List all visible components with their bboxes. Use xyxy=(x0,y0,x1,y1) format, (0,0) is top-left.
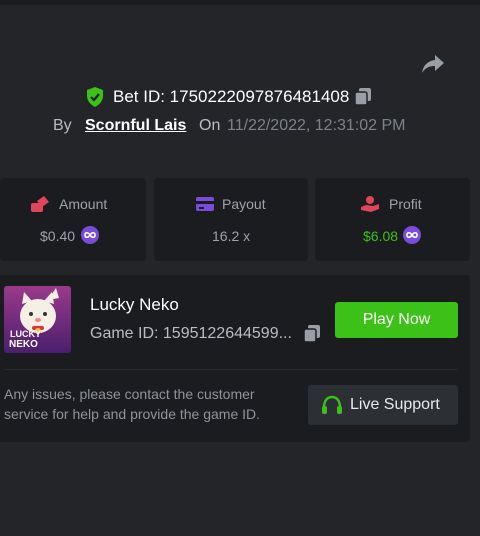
bet-date: 11/22/2022, 12:31:02 PM xyxy=(227,117,406,134)
by-label: By xyxy=(53,117,72,134)
game-thumbnail[interactable]: LUCKY NEKO xyxy=(4,286,71,353)
coin-icon xyxy=(81,226,99,244)
on-label: On xyxy=(199,117,221,134)
headset-icon xyxy=(322,395,342,414)
amount-label: Amount xyxy=(59,196,108,212)
support-note: Any issues, please contact the customer … xyxy=(4,386,261,422)
profit-label: Profit xyxy=(389,196,422,212)
coin-icon xyxy=(403,226,421,244)
payout-label: Payout xyxy=(222,196,266,212)
profit-card: Profit $6.08 xyxy=(315,178,470,261)
coins-icon xyxy=(31,196,49,212)
game-id: Game ID: 1595122644599... xyxy=(90,325,292,342)
bet-id: Bet ID: 1750222097876481408 xyxy=(113,87,350,106)
amount-value: $0.40 xyxy=(40,228,76,244)
game-panel: LUCKY NEKO Lucky Neko Game ID: 159512264… xyxy=(0,275,470,442)
thumb-text-line2: NEKO xyxy=(9,339,38,350)
live-support-button[interactable]: Live Support xyxy=(308,385,458,425)
profit-value: $6.08 xyxy=(363,228,399,244)
bet-id-row: Bet ID: 1750222097876481408 xyxy=(0,85,480,109)
shield-check-icon xyxy=(87,87,103,107)
play-now-button[interactable]: Play Now xyxy=(335,302,458,338)
share-icon[interactable] xyxy=(421,53,445,75)
hand-coins-icon xyxy=(361,196,379,212)
payout-card: Payout 16.2 x xyxy=(154,178,308,261)
game-name[interactable]: Lucky Neko xyxy=(90,295,179,315)
top-bar xyxy=(0,0,480,5)
payout-value: 16.2 x xyxy=(212,228,251,244)
thumb-text-line1: LUCKY xyxy=(10,329,41,339)
copy-icon[interactable] xyxy=(302,324,322,344)
copy-icon[interactable] xyxy=(353,87,373,107)
amount-card: Amount $0.40 xyxy=(0,178,146,261)
divider xyxy=(4,369,458,370)
lucky-neko-art: LUCKY NEKO xyxy=(4,286,71,353)
user-link[interactable]: Scornful Lais xyxy=(85,117,186,135)
live-support-label: Live Support xyxy=(350,396,440,413)
card-icon xyxy=(196,197,214,211)
bet-meta-row: By Scornful Lais On 11/22/2022, 12:31:02… xyxy=(0,116,480,138)
